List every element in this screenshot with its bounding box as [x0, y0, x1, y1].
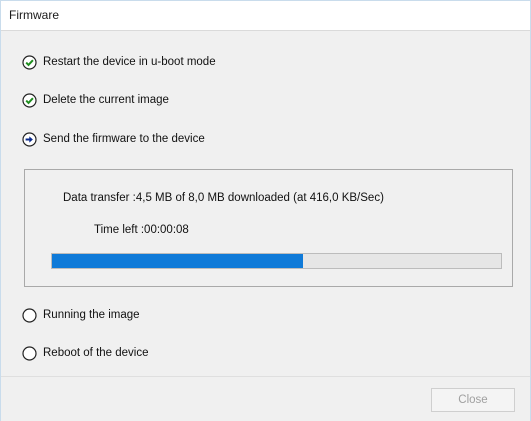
time-left-status: Time left :00:00:08 [94, 224, 189, 236]
transfer-progress-panel: Data transfer :4,5 MB of 8,0 MB download… [24, 169, 513, 287]
window-title: Firmware [9, 8, 59, 22]
empty-circle-icon [22, 345, 37, 361]
step-label: Running the image [43, 309, 140, 321]
step-label: Delete the current image [43, 94, 169, 106]
close-button[interactable]: Close [431, 388, 515, 412]
title-bar: Firmware [1, 1, 530, 31]
step-send-firmware: Send the firmware to the device [22, 131, 205, 147]
step-label: Send the firmware to the device [43, 133, 205, 145]
progress-bar [51, 253, 502, 269]
arrow-right-circle-icon [22, 131, 37, 147]
dialog-footer: Close [1, 376, 530, 421]
step-label: Restart the device in u-boot mode [43, 56, 216, 68]
check-circle-icon [22, 54, 37, 70]
step-restart-uboot: Restart the device in u-boot mode [22, 54, 216, 70]
step-reboot-device: Reboot of the device [22, 345, 149, 361]
step-label: Reboot of the device [43, 347, 149, 359]
check-circle-icon [22, 92, 37, 108]
empty-circle-icon [22, 307, 37, 323]
data-transfer-status: Data transfer :4,5 MB of 8,0 MB download… [63, 192, 384, 204]
progress-bar-fill [52, 254, 304, 268]
firmware-dialog: Firmware Restart the device in u-boot mo… [0, 0, 531, 421]
step-running-image: Running the image [22, 307, 140, 323]
step-delete-image: Delete the current image [22, 92, 169, 108]
